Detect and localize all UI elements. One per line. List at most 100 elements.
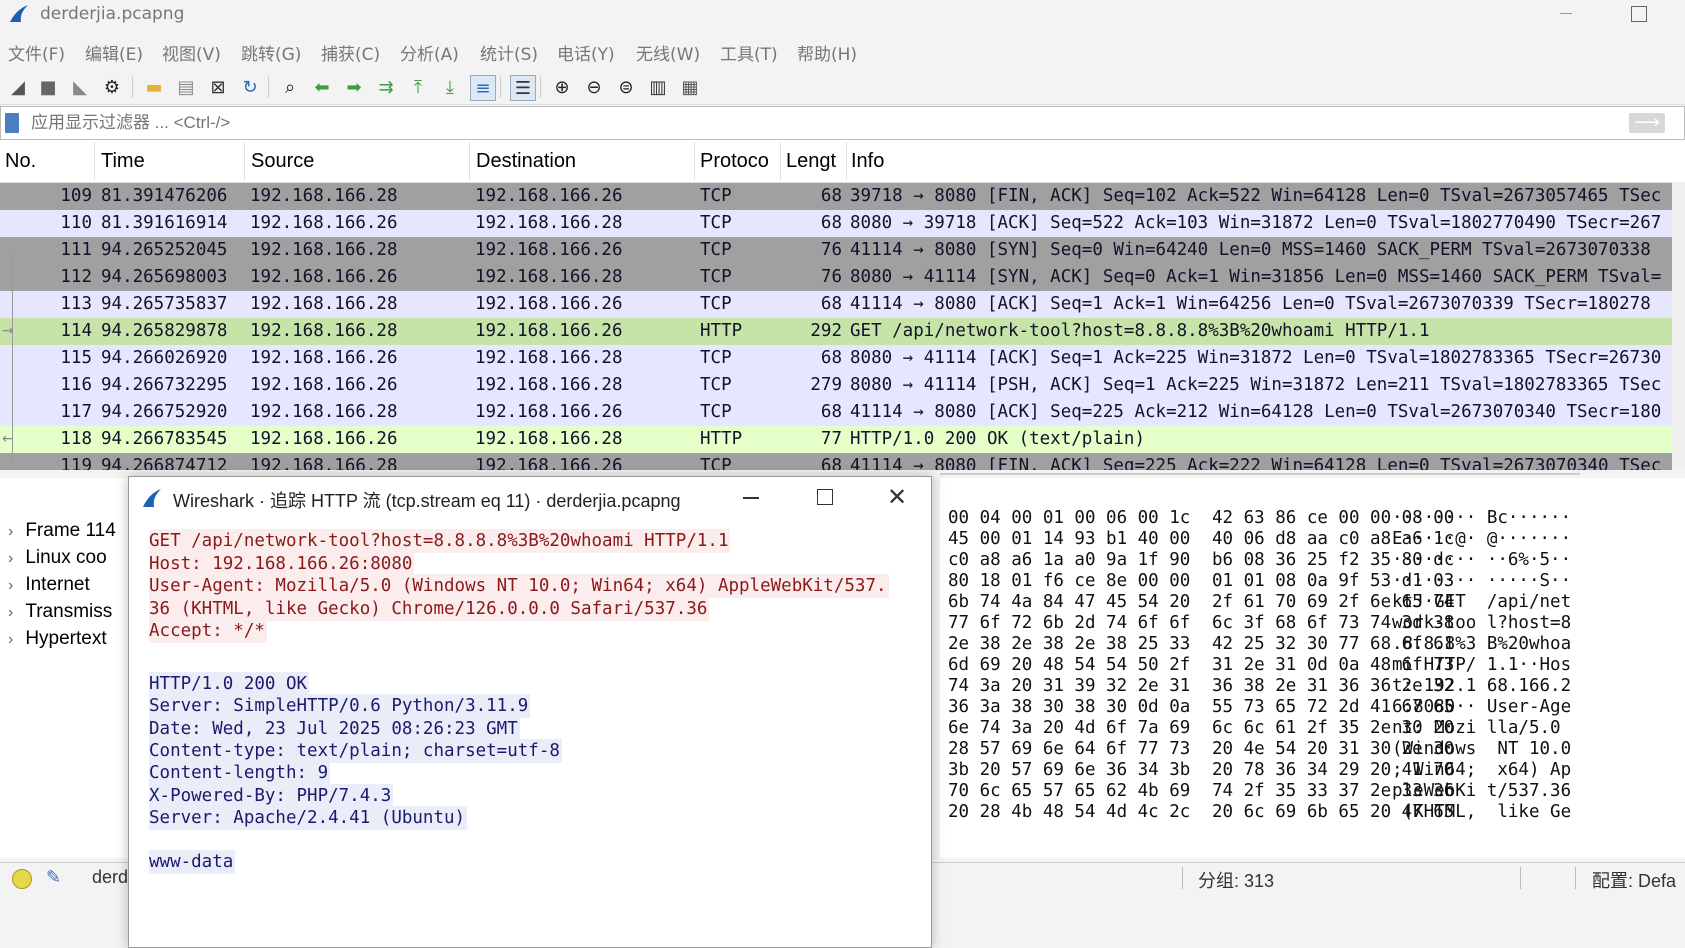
bookmark-icon[interactable] <box>5 113 19 133</box>
column-divider[interactable] <box>94 142 95 180</box>
go-forward-icon[interactable]: ➡ <box>342 75 366 99</box>
follow-http-stream-dialog: Wireshark · 追踪 HTTP 流 (tcp.stream eq 11)… <box>128 476 932 948</box>
menu-item[interactable]: 统计(S) <box>480 40 538 65</box>
column-header[interactable]: Info <box>851 150 884 173</box>
window-title: derderjia.pcapng <box>40 4 185 24</box>
packet-row[interactable]: 113 94.265735837 192.168.166.28 192.168.166… <box>0 291 1672 318</box>
apply-filter-arrow-icon[interactable]: ⟶ <box>1629 113 1665 133</box>
ascii-bytes: E·····@· @······· <box>1392 529 1572 549</box>
packet-row[interactable]: 118 94.266783545 192.168.166.26 192.168.166… <box>0 426 1672 453</box>
packet-row[interactable]: 117 94.266752920 192.168.166.28 192.168.166… <box>0 399 1672 426</box>
zoom-out-icon[interactable]: ⊖ <box>582 75 606 99</box>
save-file-icon[interactable]: ▤ <box>174 75 198 99</box>
detail-tree-item[interactable]: › Hypertext <box>8 628 107 650</box>
detail-tree-item[interactable]: › Linux coo <box>8 547 107 569</box>
menu-item[interactable]: 分析(A) <box>400 40 459 65</box>
menu-item[interactable]: 电话(Y) <box>557 40 615 65</box>
menu-item[interactable]: 帮助(H) <box>797 40 857 65</box>
autoscroll-icon[interactable]: ≡ <box>470 75 496 101</box>
packet-cell-info: 41114 → 8080 [FIN, ACK] Seq=225 Ack=222 … <box>850 456 1662 470</box>
menu-item[interactable]: 文件(F) <box>8 40 65 65</box>
column-header[interactable]: Destination <box>476 150 576 173</box>
expand-chevron-icon[interactable]: › <box>8 604 13 621</box>
layout-icon[interactable]: ▦ <box>678 75 702 99</box>
menu-item[interactable]: 工具(T) <box>720 40 778 65</box>
menu-item[interactable]: 编辑(E) <box>85 40 143 65</box>
packet-cell-len: 68 <box>820 186 842 206</box>
packet-row[interactable]: 109 81.391476206 192.168.166.28 192.168.166… <box>0 183 1672 210</box>
colorize-icon[interactable]: ☰ <box>510 75 536 101</box>
packet-cell-proto: TCP <box>700 240 732 260</box>
packet-row[interactable]: 111 94.265252045 192.168.166.28 192.168.166… <box>0 237 1672 264</box>
restart-capture-icon[interactable]: ◣ <box>68 75 92 99</box>
packet-cell-time: 94.265698003 <box>101 267 228 287</box>
expand-chevron-icon[interactable]: › <box>8 523 13 540</box>
column-divider[interactable] <box>469 142 470 180</box>
packet-cell-dst: 192.168.166.28 <box>475 375 623 395</box>
minimize-button[interactable] <box>1560 13 1572 14</box>
shark-fin-start-icon[interactable]: ◢ <box>6 75 30 99</box>
packet-row[interactable]: 112 94.265698003 192.168.166.26 192.168.166… <box>0 264 1672 291</box>
packet-row[interactable]: 119 94.266874712 192.168.166.28 192.168.166… <box>0 453 1672 470</box>
first-packet-icon[interactable]: ⤒ <box>406 75 430 99</box>
menu-item[interactable]: 捕获(C) <box>321 40 380 65</box>
detail-tree-label: Hypertext <box>25 628 107 649</box>
zoom-reset-icon[interactable]: ⊜ <box>614 75 638 99</box>
go-to-packet-icon[interactable]: ⇉ <box>374 75 398 99</box>
menu-item[interactable]: 视图(V) <box>162 40 221 65</box>
column-header[interactable]: Source <box>251 150 314 173</box>
go-back-icon[interactable]: ⬅ <box>310 75 334 99</box>
column-divider[interactable] <box>244 142 245 180</box>
column-header[interactable]: Lengt <box>786 150 836 173</box>
dialog-maximize-button[interactable] <box>817 489 833 505</box>
detail-tree-item[interactable]: › Frame 114 <box>8 520 116 542</box>
column-header[interactable]: Protoco <box>700 150 769 173</box>
resize-columns-icon[interactable]: ▥ <box>646 75 670 99</box>
hex-bytes-left: 77 6f 72 6b 2d 74 6f 6f <box>948 613 1191 633</box>
column-header[interactable]: Time <box>101 150 145 173</box>
column-divider[interactable] <box>846 142 847 180</box>
menu-item[interactable]: 跳转(G) <box>241 40 301 65</box>
dialog-minimize-button[interactable] <box>743 497 759 499</box>
packet-cell-src: 192.168.166.28 <box>250 402 398 422</box>
packet-row[interactable]: 114 94.265829878 192.168.166.28 192.168.166… <box>0 318 1672 345</box>
menu-item[interactable]: 无线(W) <box>636 40 700 65</box>
detail-tree-item[interactable]: › Transmiss <box>8 601 112 623</box>
packet-list-scrollbar[interactable] <box>1672 182 1685 470</box>
detail-tree-item[interactable]: › Internet <box>8 574 90 596</box>
response-line: Content-type: text/plain; charset=utf-8 <box>149 738 562 763</box>
expand-chevron-icon[interactable]: › <box>8 631 13 648</box>
hex-bytes-left: 20 28 4b 48 54 4d 4c 2c <box>948 802 1191 822</box>
stop-capture-icon[interactable]: ■ <box>36 75 60 99</box>
last-packet-icon[interactable]: ⤓ <box>438 75 462 99</box>
column-header[interactable]: No. <box>5 150 36 173</box>
column-divider[interactable] <box>780 142 781 180</box>
status-profile[interactable]: 配置: Defa <box>1592 867 1676 893</box>
packet-row[interactable]: 116 94.266732295 192.168.166.26 192.168.166… <box>0 372 1672 399</box>
response-line: Server: SimpleHTTP/0.6 Python/3.11.9 <box>149 694 531 719</box>
zoom-in-icon[interactable]: ⊕ <box>550 75 574 99</box>
packet-row[interactable]: 115 94.266026920 192.168.166.26 192.168.166… <box>0 345 1672 372</box>
capture-comment-icon[interactable]: ✎ <box>46 867 61 888</box>
find-icon[interactable]: ⌕ <box>278 75 302 99</box>
capture-options-icon[interactable]: ⚙ <box>100 75 124 99</box>
reload-icon[interactable]: ↻ <box>238 75 262 99</box>
wireshark-logo-icon <box>143 489 161 507</box>
expert-info-led-icon[interactable] <box>12 869 32 889</box>
open-folder-icon[interactable]: ▬ <box>142 75 166 99</box>
close-file-icon[interactable]: ⊠ <box>206 75 230 99</box>
display-filter-input[interactable] <box>29 110 1613 136</box>
dialog-close-button[interactable]: ✕ <box>887 483 907 511</box>
packet-row[interactable]: 110 81.391616914 192.168.166.26 192.168.166… <box>0 210 1672 237</box>
hex-bytes-left: 28 57 69 6e 64 6f 77 73 <box>948 739 1191 759</box>
packet-cell-proto: TCP <box>700 456 732 470</box>
column-divider[interactable] <box>694 142 695 180</box>
expand-chevron-icon[interactable]: › <box>8 550 13 567</box>
splitter-grip[interactable] <box>940 473 1580 475</box>
ascii-bytes: pleWebKi t/537.36 <box>1392 781 1572 801</box>
packet-list-header: No. Time Source Destination Protoco Lengt Info <box>0 140 1685 183</box>
detail-tree-label: Linux coo <box>25 547 107 568</box>
maximize-button[interactable] <box>1631 6 1647 22</box>
expand-chevron-icon[interactable]: › <box>8 577 13 594</box>
packet-cell-len: 68 <box>820 456 842 470</box>
